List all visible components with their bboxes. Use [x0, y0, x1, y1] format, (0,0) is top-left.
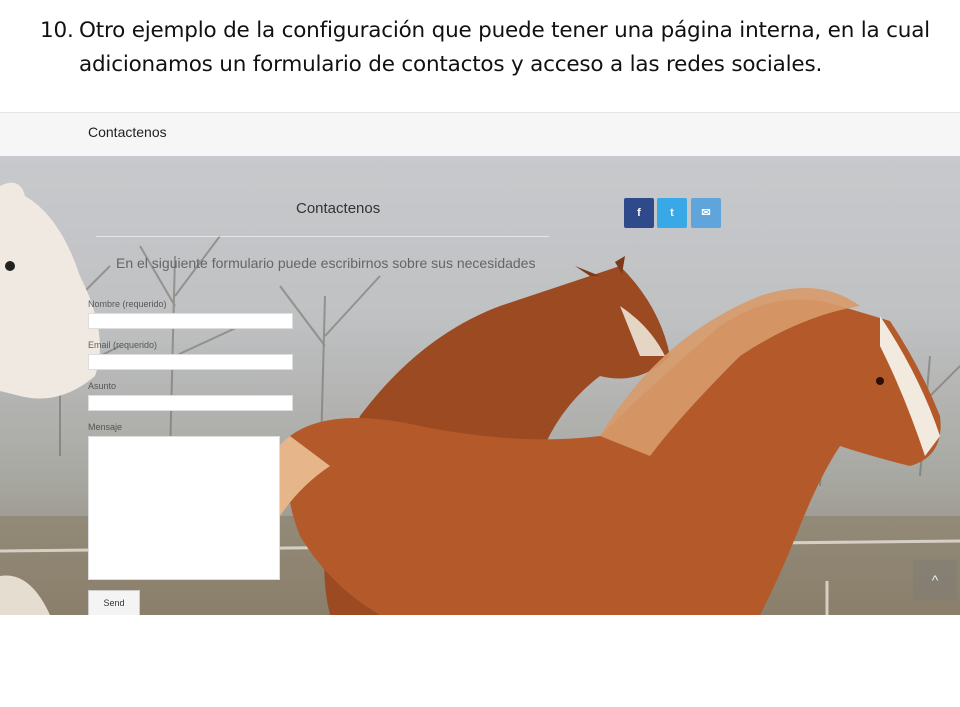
slide-caption: 10. Otro ejemplo de la configuración que …: [40, 14, 945, 82]
message-field[interactable]: [88, 436, 280, 580]
scroll-to-top-button[interactable]: ^: [913, 560, 957, 600]
email-field[interactable]: [88, 354, 293, 370]
site-header-title[interactable]: Contactenos: [88, 124, 167, 140]
chevron-up-icon: ^: [931, 572, 939, 588]
facebook-icon: f: [637, 207, 641, 219]
subject-field[interactable]: [88, 395, 293, 411]
twitter-icon: t: [670, 207, 674, 219]
email-share-button[interactable]: ✉: [691, 198, 721, 228]
message-label: Mensaje: [88, 422, 123, 432]
form-intro-text: En el siguiente formulario puede escribi…: [116, 255, 536, 271]
email-icon: ✉: [701, 207, 711, 219]
slide-text-line2: adicionamos un formulario de contactos y…: [79, 52, 823, 77]
twitter-button[interactable]: t: [657, 198, 687, 228]
hero-background: Contactenos En el siguiente formulario p…: [0, 156, 960, 615]
name-field[interactable]: [88, 313, 293, 329]
subject-label: Asunto: [88, 381, 117, 391]
name-label: Nombre (requerido): [88, 299, 167, 309]
site-header: Contactenos: [0, 112, 960, 158]
page-blank-area: [0, 615, 960, 707]
facebook-button[interactable]: f: [624, 198, 654, 228]
title-divider: [96, 236, 549, 237]
slide-number: 10.: [40, 18, 74, 43]
slide-text-line1: Otro ejemplo de la configuración que pue…: [79, 18, 930, 43]
email-label: Email (requerido): [88, 340, 158, 350]
content-title: Contactenos: [296, 200, 381, 217]
send-button[interactable]: Send: [88, 590, 140, 615]
